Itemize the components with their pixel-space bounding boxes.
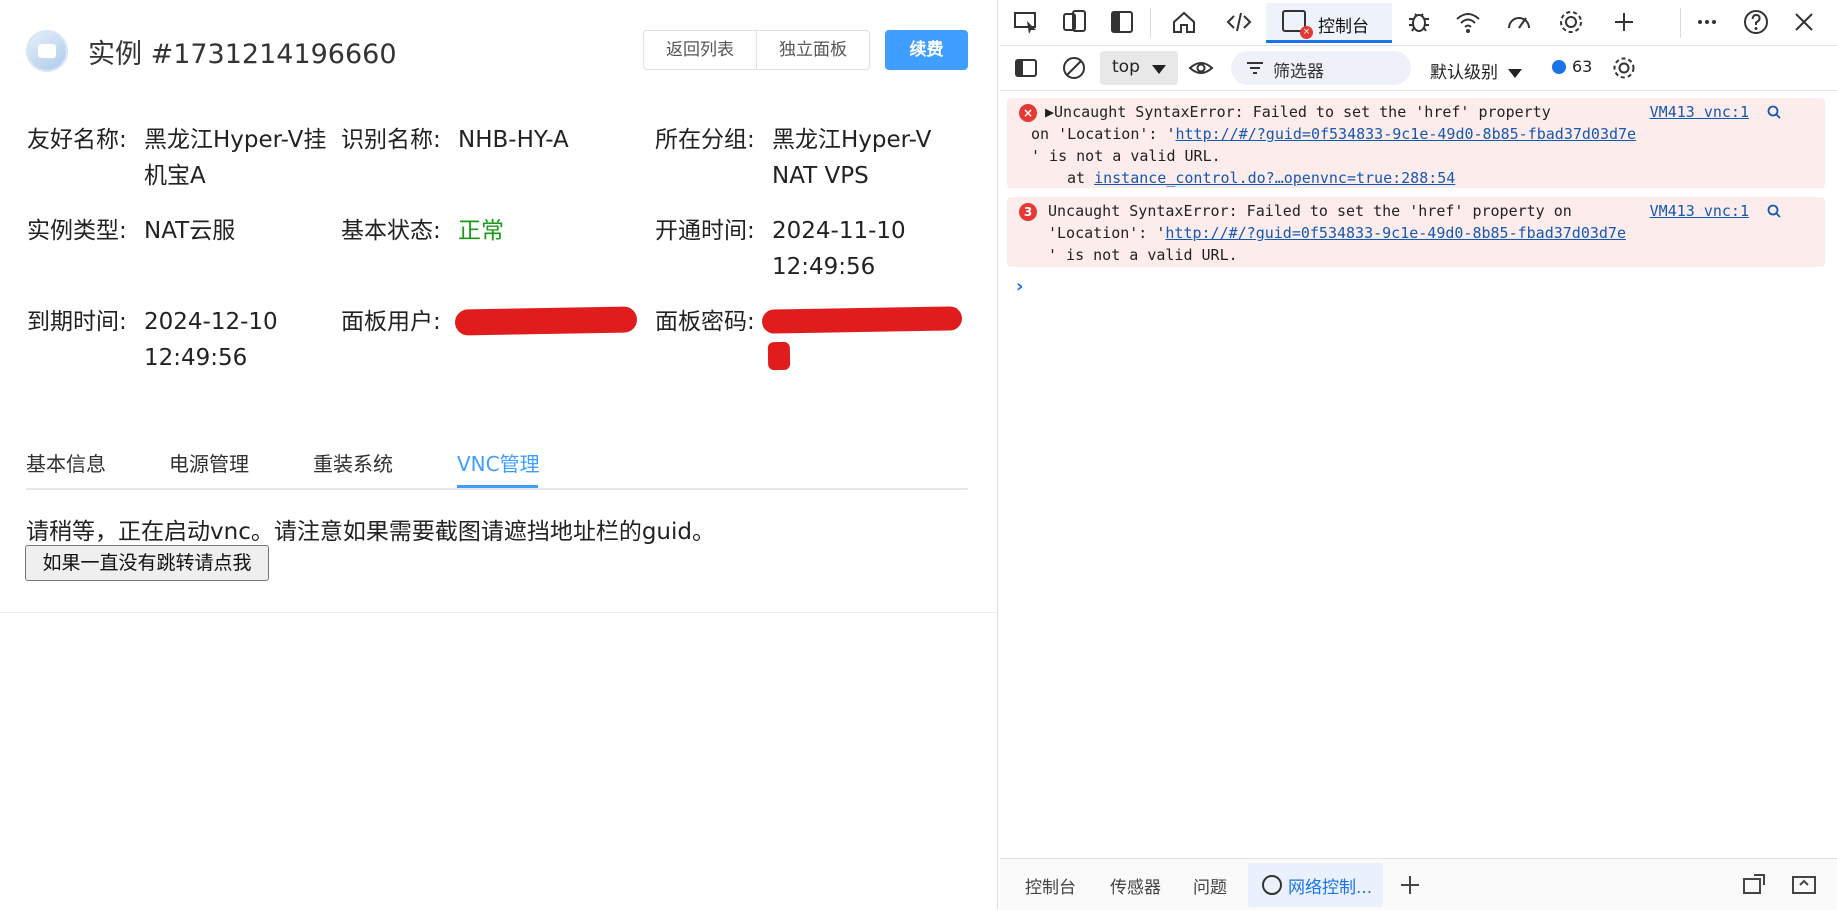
- console-settings-gear-icon[interactable]: [1610, 54, 1640, 82]
- close-icon[interactable]: [1790, 8, 1820, 36]
- page-title: 实例 #1731214196660: [88, 39, 397, 70]
- expand-triangle-icon[interactable]: ▶: [1045, 103, 1054, 121]
- error-text: Uncaught SyntaxError: Failed to set the …: [1054, 103, 1551, 121]
- error-icon: ×: [1019, 104, 1037, 122]
- add-panel-icon[interactable]: [1610, 8, 1640, 36]
- devtools-toolbar: × 控制台: [1000, 0, 1837, 46]
- error-url-link[interactable]: http://#/?guid=0f534833-9c1e-49d0-8b85-f…: [1165, 224, 1626, 242]
- live-expression-eye-icon[interactable]: [1187, 54, 1217, 82]
- status-label: 基本状态:: [341, 218, 441, 244]
- expire-time-label: 到期时间:: [27, 309, 127, 335]
- error-text: Uncaught SyntaxError: Failed to set the …: [1048, 202, 1572, 220]
- instance-type-label: 实例类型:: [27, 218, 127, 244]
- error-text: ' is not a valid URL.: [1031, 147, 1221, 165]
- message-count[interactable]: 63: [1552, 57, 1592, 76]
- back-to-list-button[interactable]: 返回列表: [643, 30, 757, 70]
- search-icon[interactable]: [1767, 204, 1781, 218]
- sidebar-toggle-icon[interactable]: [1108, 8, 1138, 36]
- redaction-mark: [767, 341, 791, 371]
- console-error-message: 3 Uncaught SyntaxError: Failed to set th…: [1007, 197, 1825, 267]
- help-icon[interactable]: [1742, 8, 1772, 36]
- panel-user-label: 面板用户:: [341, 309, 441, 335]
- filter-icon: [1247, 62, 1263, 74]
- context-selector[interactable]: top: [1100, 51, 1178, 85]
- dock-drawer-icon[interactable]: [1740, 871, 1770, 899]
- open-time-label: 开通时间:: [655, 218, 755, 244]
- error-count-badge: 3: [1019, 203, 1037, 221]
- friendly-name-label: 友好名称:: [27, 127, 127, 153]
- log-levels-dropdown[interactable]: 默认级别: [1430, 58, 1522, 83]
- toolbar-separator: [1680, 8, 1681, 38]
- instance-page: 实例 #1731214196660 返回列表 独立面板 续费 友好名称: 黑龙江…: [0, 0, 998, 909]
- drawer-tab-bar: 控制台 传感器 问题 网络控制...: [1000, 858, 1837, 910]
- source-link[interactable]: VM413 vnc:1: [1650, 200, 1749, 222]
- vnc-jump-button[interactable]: 如果一直没有跳转请点我: [25, 545, 269, 581]
- globe-icon: [1262, 875, 1282, 895]
- clear-console-icon[interactable]: [1060, 54, 1090, 82]
- expire-time-value: 2024-12-10 12:49:56: [144, 309, 278, 371]
- drawer-tab-sensors[interactable]: 传感器: [1110, 873, 1161, 898]
- group-value: 黑龙江Hyper-V NAT VPS: [772, 127, 932, 189]
- drawer-tab-console[interactable]: 控制台: [1025, 873, 1076, 898]
- error-text: ' is not a valid URL.: [1048, 246, 1238, 264]
- active-tab-indicator: [457, 485, 538, 488]
- tab-vnc[interactable]: VNC管理: [457, 448, 540, 477]
- devtools-panel: × 控制台 top 筛选器 默认级别 63 × ▶Uncaught Syntax…: [1000, 0, 1837, 910]
- stack-link[interactable]: instance_control.do?…openvnc=true:288:54: [1094, 169, 1455, 187]
- network-wifi-icon[interactable]: [1454, 8, 1484, 36]
- tab-console[interactable]: × 控制台: [1266, 3, 1392, 43]
- toolbar-separator: [1150, 8, 1151, 38]
- console-prompt-chevron-icon[interactable]: ›: [1016, 276, 1023, 297]
- chevron-down-icon: [1508, 69, 1522, 78]
- console-error-message: × ▶Uncaught SyntaxError: Failed to set t…: [1007, 98, 1825, 188]
- search-icon[interactable]: [1767, 105, 1781, 119]
- tab-bar: 基本信息 电源管理 重装系统 VNC管理: [26, 440, 968, 490]
- settings-gear-icon[interactable]: [1557, 8, 1587, 36]
- redaction-mark: [454, 306, 638, 336]
- instance-type-value: NAT云服: [144, 218, 236, 244]
- standalone-panel-button[interactable]: 独立面板: [757, 30, 870, 70]
- error-badge-icon: ×: [1300, 26, 1313, 39]
- chevron-down-icon: [1152, 65, 1166, 74]
- home-icon[interactable]: [1170, 8, 1200, 36]
- bug-icon[interactable]: [1405, 8, 1435, 36]
- tab-power[interactable]: 电源管理: [169, 448, 249, 477]
- filter-input[interactable]: 筛选器: [1231, 51, 1411, 85]
- redaction-mark: [761, 306, 963, 334]
- performance-icon[interactable]: [1505, 8, 1535, 36]
- inspect-icon[interactable]: [1012, 8, 1042, 36]
- error-text: 'Location': ': [1048, 224, 1166, 242]
- ident-name-value: NHB-HY-A: [458, 127, 569, 153]
- divider: [0, 612, 998, 613]
- ident-name-label: 识别名称:: [341, 127, 441, 153]
- drawer-tab-network-conditions[interactable]: 网络控制...: [1248, 863, 1383, 907]
- console-toolbar: top 筛选器 默认级别 63: [1000, 46, 1837, 91]
- drawer-tab-issues[interactable]: 问题: [1193, 873, 1227, 898]
- device-emulation-icon[interactable]: [1060, 8, 1090, 36]
- tab-basic-info[interactable]: 基本信息: [26, 448, 106, 477]
- source-link[interactable]: VM413 vnc:1: [1650, 101, 1749, 123]
- error-text: on 'Location': ': [1031, 125, 1176, 143]
- friendly-name-value: 黑龙江Hyper-V挂机宝A: [144, 127, 327, 189]
- group-label: 所在分组:: [655, 127, 755, 153]
- console-sidebar-icon[interactable]: [1012, 54, 1042, 82]
- close-drawer-icon[interactable]: [1790, 871, 1820, 899]
- open-time-value: 2024-11-10 12:49:56: [772, 218, 906, 280]
- tab-reinstall[interactable]: 重装系统: [313, 448, 393, 477]
- elements-icon[interactable]: [1225, 8, 1255, 36]
- message-icon: [1552, 60, 1566, 74]
- header-button-group: 返回列表 独立面板: [643, 30, 870, 70]
- avatar: [26, 30, 68, 72]
- status-value: 正常: [458, 218, 504, 244]
- renew-button[interactable]: 续费: [885, 30, 968, 70]
- error-url-link[interactable]: http://#/?guid=0f534833-9c1e-49d0-8b85-f…: [1176, 125, 1637, 143]
- more-options-icon[interactable]: [1693, 8, 1723, 36]
- vnc-message: 请稍等，正在启动vnc。请注意如果需要截图请遮挡地址栏的guid。: [26, 519, 716, 545]
- panel-pass-label: 面板密码:: [655, 309, 755, 335]
- add-drawer-tab-icon[interactable]: [1396, 871, 1426, 899]
- stack-text: at: [1067, 169, 1095, 187]
